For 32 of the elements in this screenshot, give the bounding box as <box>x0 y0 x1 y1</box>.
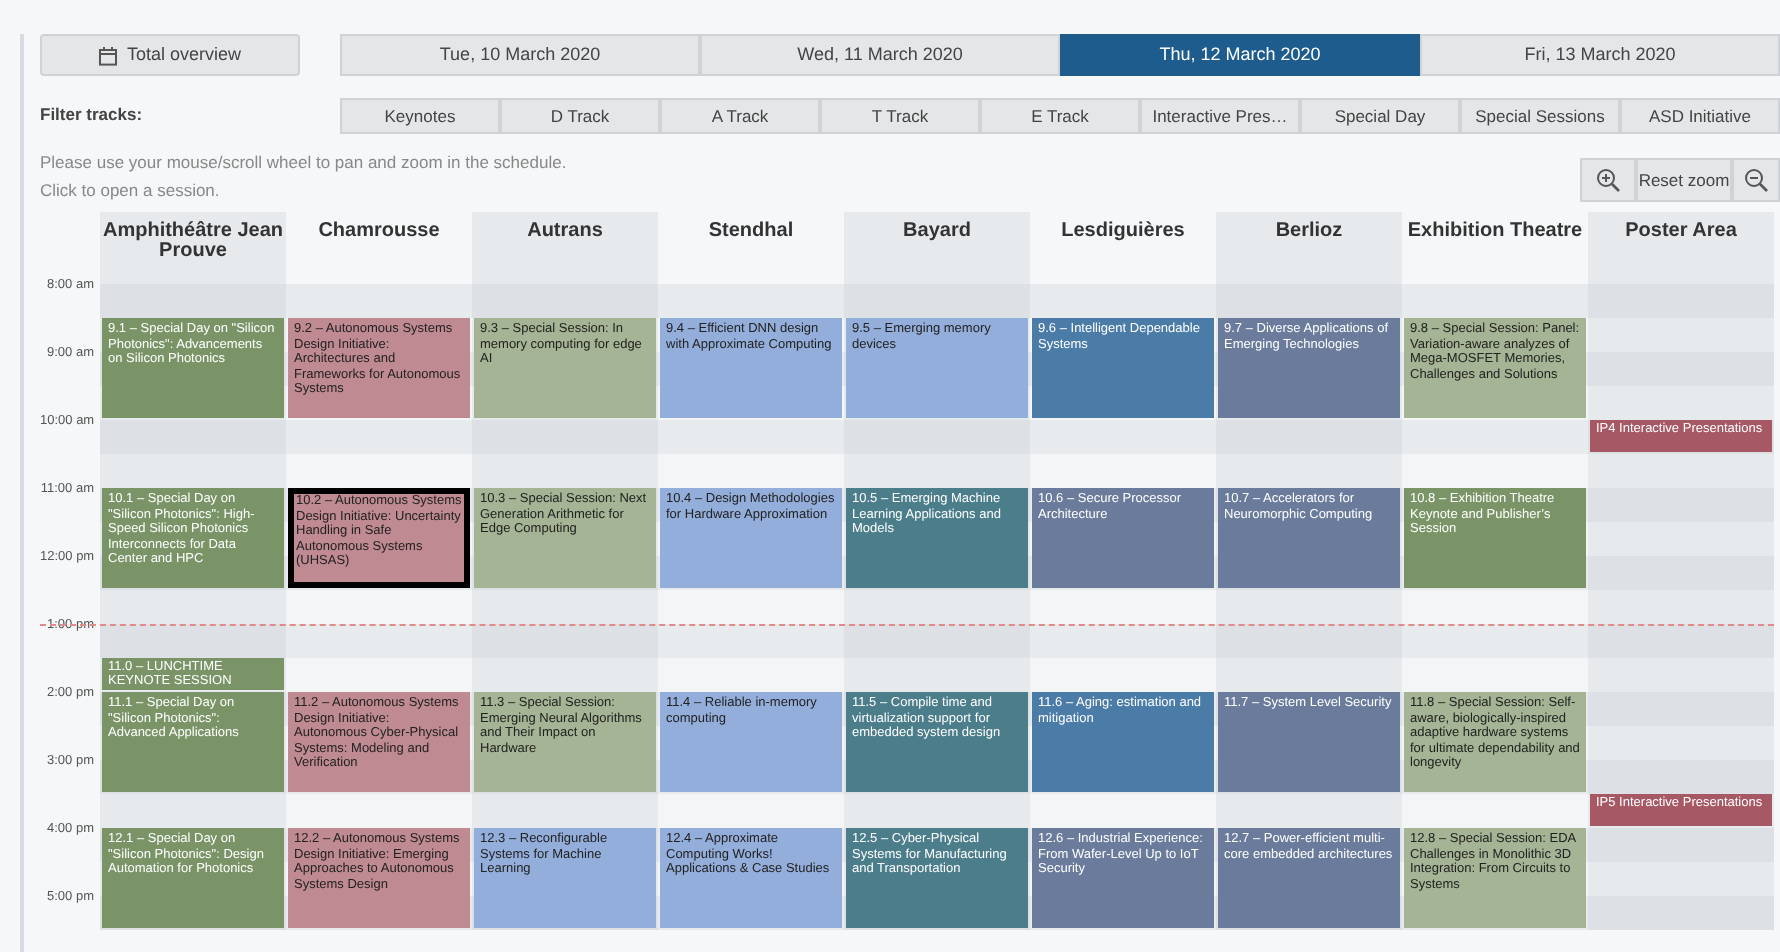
track-filter-button[interactable]: D Track <box>500 98 660 134</box>
room-header: Exhibition Theatre <box>1405 218 1585 246</box>
zoom-out-button[interactable] <box>1732 158 1780 202</box>
room-header: Poster Area <box>1588 212 1774 284</box>
track-filter-button[interactable]: ASD Initiative <box>1620 98 1780 134</box>
room-header: Bayard <box>844 212 1030 284</box>
track-filter-button[interactable]: Special Day <box>1300 98 1460 134</box>
overview-button[interactable]: Total overview <box>40 34 300 76</box>
filter-label: Filter tracks: <box>40 102 145 128</box>
track-filter-button[interactable]: E Track <box>980 98 1140 134</box>
date-tab[interactable]: Thu, 12 March 2020 <box>1060 34 1420 76</box>
date-tab[interactable]: Wed, 11 March 2020 <box>700 34 1060 76</box>
zoom-out-icon <box>1744 168 1768 192</box>
date-tab[interactable]: Fri, 13 March 2020 <box>1420 34 1780 76</box>
calendar-icon <box>98 45 119 65</box>
instruction-text: Click to open a session. <box>40 179 220 199</box>
room-header: Autrans <box>472 212 658 284</box>
track-filter-button[interactable]: Interactive Pres… <box>1140 98 1300 134</box>
track-filter-button[interactable]: T Track <box>820 98 980 134</box>
track-filter-button[interactable]: Special Sessions <box>1460 98 1620 134</box>
room-header: Berlioz <box>1216 212 1402 284</box>
zoom-in-button[interactable] <box>1580 158 1636 202</box>
track-filter-button[interactable]: Keynotes <box>340 98 500 134</box>
zoom-in-icon <box>1596 168 1620 192</box>
reset-zoom-button[interactable]: Reset zoom <box>1636 158 1732 202</box>
room-header: Chamrousse <box>316 218 442 246</box>
room-header: Stendhal <box>706 218 796 246</box>
date-tab[interactable]: Tue, 10 March 2020 <box>340 34 700 76</box>
room-header: Lesdiguières <box>1059 218 1187 246</box>
track-filter-button[interactable]: A Track <box>660 98 820 134</box>
room-header: Amphithéâtre Jean Prouve <box>100 212 286 284</box>
instruction-text: Please use your mouse/scroll wheel to pan and zoom in the schedule. <box>40 152 567 172</box>
